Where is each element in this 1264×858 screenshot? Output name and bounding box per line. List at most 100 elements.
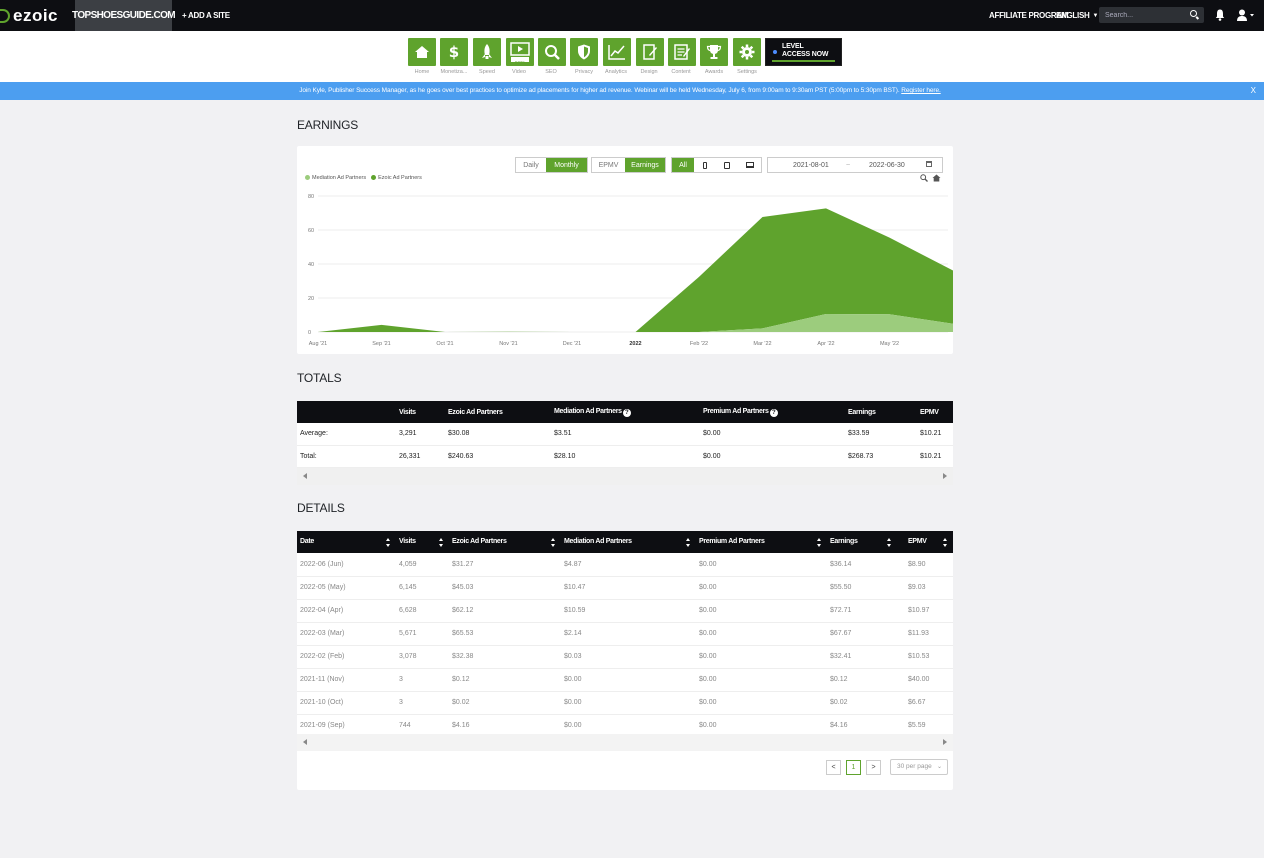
- dollar-icon[interactable]: $: [440, 38, 468, 66]
- table-row: Total: 26,331 $240.63 $28.10 $0.00 $268.…: [297, 445, 953, 468]
- table-cell: $10.59: [561, 599, 696, 623]
- bell-icon[interactable]: [1215, 9, 1225, 21]
- table-cell: $11.93: [897, 622, 953, 646]
- x-tick-label: May '22: [880, 341, 899, 347]
- table-cell: $31.27: [449, 553, 561, 577]
- legend-item-mediation[interactable]: Mediation Ad Partners: [305, 175, 366, 181]
- totals-col-premium: Premium Ad Partners?: [700, 401, 845, 423]
- mobile-toggle[interactable]: [694, 158, 716, 172]
- totals-horizontal-scrollbar[interactable]: [297, 468, 953, 485]
- sort-date[interactable]: Date: [297, 531, 396, 553]
- level-access-now-button[interactable]: LEVEL ACCESS NOW: [765, 38, 842, 66]
- daily-toggle[interactable]: Daily: [516, 158, 546, 172]
- table-cell: $0.03: [561, 645, 696, 669]
- details-horizontal-scrollbar[interactable]: [297, 734, 953, 751]
- monthly-toggle[interactable]: Monthly: [546, 158, 587, 172]
- next-page-button[interactable]: >: [866, 760, 881, 775]
- gear-icon[interactable]: [733, 38, 761, 66]
- scroll-left-icon[interactable]: [303, 473, 307, 479]
- scroll-left-icon[interactable]: [303, 739, 307, 745]
- table-cell: $36.14: [827, 553, 897, 577]
- search-icon[interactable]: [1190, 10, 1197, 17]
- banner-message: Join Kyle, Publisher Success Manager, as…: [299, 87, 900, 94]
- magnifier-icon[interactable]: [538, 38, 566, 66]
- page-1-button[interactable]: 1: [846, 760, 861, 775]
- table-cell: 4,059: [396, 553, 449, 577]
- table-row: 2022-04 (Apr) 6,628 $62.12 $10.59 $0.00 $72.7…: [297, 599, 953, 623]
- table-cell: Total:: [297, 445, 396, 468]
- per-page-value: 30 per page: [897, 763, 932, 770]
- table-cell: $0.12: [449, 668, 561, 692]
- table-cell: $28.10: [551, 445, 700, 468]
- details-header-row: Date Visits Ezoic Ad Partners Mediation …: [297, 531, 953, 553]
- table-cell: 6,145: [396, 576, 449, 600]
- close-banner-button[interactable]: X: [1251, 86, 1256, 95]
- home-icon[interactable]: [408, 38, 436, 66]
- per-page-select[interactable]: 30 per page ⌄: [890, 759, 948, 775]
- date-range-picker[interactable]: 2021-08-01 ~ 2022-06-30: [767, 157, 943, 173]
- site-selector[interactable]: TOPSHOESGUIDE.COM: [72, 0, 176, 31]
- trophy-icon[interactable]: [700, 38, 728, 66]
- table-cell: $240.63: [445, 445, 551, 468]
- y-tick-label: 0: [308, 330, 311, 336]
- table-cell: $65.53: [449, 622, 561, 646]
- add-site-link[interactable]: + ADD A SITE: [182, 11, 230, 20]
- ezoic-logo[interactable]: ezoic: [0, 6, 58, 25]
- zoom-icon[interactable]: [920, 174, 928, 182]
- table-cell: $0.00: [700, 423, 845, 446]
- earnings-area-chart: 0 20 40 60 80 Aug '21 Sep '21 Oct '21 Nov '21 Dec…: [308, 194, 953, 347]
- scroll-right-icon[interactable]: [943, 739, 947, 745]
- rocket-icon[interactable]: [473, 38, 501, 66]
- chart-line-icon[interactable]: [603, 38, 631, 66]
- language-dropdown[interactable]: ENGLISH ▼: [1056, 0, 1098, 31]
- earnings-toggle[interactable]: Earnings: [625, 158, 665, 172]
- totals-col-label: [297, 401, 396, 423]
- table-cell: $67.67: [827, 622, 897, 646]
- content-icon[interactable]: [668, 38, 696, 66]
- epmv-toggle[interactable]: EPMV: [592, 158, 625, 172]
- sort-icon: [439, 537, 444, 547]
- scroll-right-icon[interactable]: [943, 473, 947, 479]
- device-toggle: All: [671, 157, 762, 173]
- help-icon[interactable]: ?: [622, 408, 631, 417]
- sort-earnings[interactable]: Earnings: [827, 531, 897, 553]
- table-row: 2022-05 (May) 6,145 $45.03 $10.47 $0.00 $55.5…: [297, 576, 953, 600]
- totals-col-ezoic: Ezoic Ad Partners: [445, 401, 551, 423]
- design-icon[interactable]: [636, 38, 664, 66]
- help-icon[interactable]: ?: [769, 408, 778, 417]
- x-tick-label: Oct '21: [436, 341, 453, 347]
- shield-icon[interactable]: [570, 38, 598, 66]
- sort-icon: [887, 537, 892, 547]
- desktop-toggle[interactable]: [738, 158, 761, 172]
- x-tick-label: Mar '22: [753, 341, 771, 347]
- legend-dot: [305, 175, 310, 180]
- device-all-toggle[interactable]: All: [672, 158, 694, 172]
- tablet-toggle[interactable]: [716, 158, 738, 172]
- sort-epmv[interactable]: EPMV: [897, 531, 953, 553]
- table-cell: $10.21: [917, 445, 953, 468]
- search-input[interactable]: [1105, 10, 1185, 20]
- reset-home-icon[interactable]: [932, 174, 941, 182]
- x-tick-label: Aug '21: [309, 341, 327, 347]
- table-cell: $0.00: [696, 622, 827, 646]
- sort-ezoic[interactable]: Ezoic Ad Partners: [449, 531, 561, 553]
- table-cell: $0.00: [700, 445, 845, 468]
- legend-item-ezoic[interactable]: Ezoic Ad Partners: [371, 175, 422, 181]
- register-link[interactable]: Register here.: [901, 87, 941, 94]
- sort-mediation[interactable]: Mediation Ad Partners: [561, 531, 696, 553]
- sort-premium[interactable]: Premium Ad Partners: [696, 531, 827, 553]
- earnings-card: Daily Monthly EPMV Earnings All 2021-08-…: [297, 146, 953, 354]
- sort-visits[interactable]: Visits: [396, 531, 449, 553]
- chart-legend: Mediation Ad Partners Ezoic Ad Partners: [305, 175, 422, 181]
- dot-icon: [773, 50, 777, 54]
- table-cell: 3,291: [396, 423, 445, 446]
- table-cell: 26,331: [396, 445, 445, 468]
- table-cell: $40.00: [897, 668, 953, 692]
- video-icon[interactable]: BETA: [506, 38, 534, 66]
- sort-icon: [943, 537, 948, 547]
- table-cell: 2022-06 (Jun): [297, 553, 396, 577]
- user-menu-icon[interactable]: [1237, 9, 1255, 21]
- chevron-down-icon: ▼: [1092, 12, 1099, 19]
- prev-page-button[interactable]: <: [826, 760, 841, 775]
- totals-header-row: Visits Ezoic Ad Partners Mediation Ad Pa…: [297, 401, 953, 423]
